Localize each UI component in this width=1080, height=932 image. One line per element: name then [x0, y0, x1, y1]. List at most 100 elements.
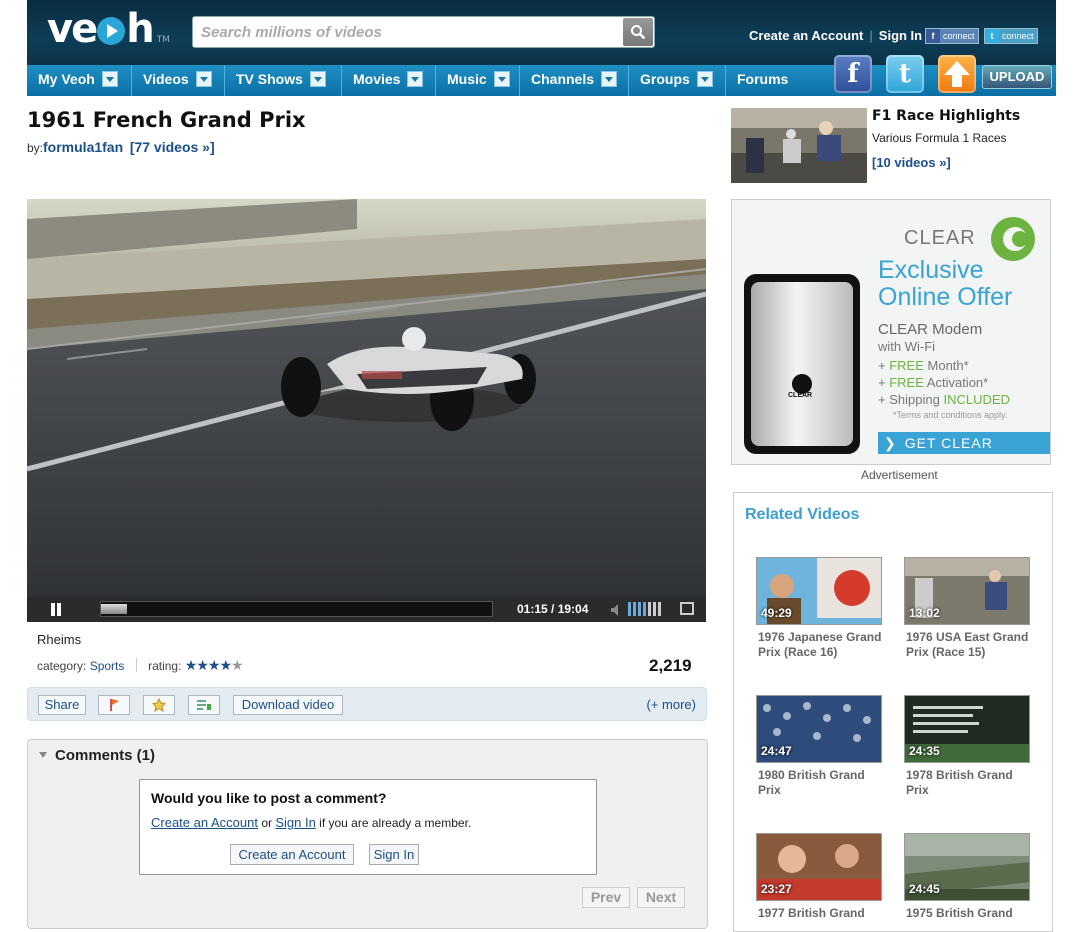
- video-duration: 49:29: [761, 606, 792, 620]
- category-link[interactable]: Sports: [90, 659, 125, 673]
- by-label: by:: [27, 141, 44, 155]
- upload-button[interactable]: UPLOAD: [982, 65, 1052, 89]
- account-links: Create an Account|Sign In|: [749, 28, 932, 43]
- prev-button[interactable]: Prev: [582, 887, 630, 908]
- nav-my-veoh[interactable]: My Veoh: [27, 65, 132, 96]
- sign-in-button[interactable]: Sign In: [369, 844, 419, 865]
- collapse-triangle-icon[interactable]: [39, 752, 47, 758]
- related-video-thumbnail[interactable]: 24:35: [904, 695, 1030, 763]
- upload-arrow-icon[interactable]: [938, 55, 976, 93]
- volume-bar[interactable]: [628, 602, 631, 616]
- arrow-right-icon: ❯: [884, 435, 897, 451]
- pause-icon[interactable]: [49, 603, 63, 616]
- ad-product-2: with Wi-Fi: [878, 339, 936, 354]
- chevron-down-icon[interactable]: [309, 71, 326, 87]
- comments-heading[interactable]: Comments (1): [39, 747, 155, 764]
- sign-in-link[interactable]: Sign In: [275, 815, 315, 830]
- ad-terms: *Terms and conditions apply.: [893, 410, 1008, 420]
- nav-channels[interactable]: Channels: [520, 65, 629, 96]
- nav-tv-shows[interactable]: TV Shows: [225, 65, 342, 96]
- video-player[interactable]: [27, 199, 706, 598]
- clear-logo-icon: [991, 217, 1035, 261]
- play-logo-icon: [97, 17, 126, 45]
- volume-bar[interactable]: [643, 602, 646, 616]
- seek-progress: [101, 604, 127, 614]
- star-icon[interactable]: ★: [208, 657, 221, 673]
- facebook-icon[interactable]: f: [834, 55, 872, 93]
- playlist-thumbnail[interactable]: [731, 108, 867, 183]
- related-video-title[interactable]: 1976 Japanese Grand Prix (Race 16): [758, 630, 886, 660]
- related-video-title[interactable]: 1978 British Grand Prix: [906, 768, 1034, 798]
- author-videos-link[interactable]: [77 videos »]: [130, 139, 215, 155]
- volume-bar[interactable]: [653, 602, 656, 616]
- playlist-title[interactable]: F1 Race Highlights: [872, 108, 1020, 124]
- favorite-button[interactable]: [143, 695, 175, 715]
- rating-stars[interactable]: ★★★★★: [185, 657, 244, 673]
- related-video-thumbnail[interactable]: 24:47: [756, 695, 882, 763]
- related-video-thumbnail[interactable]: 13:02: [904, 557, 1030, 625]
- sign-in-link[interactable]: Sign In: [879, 28, 922, 43]
- create-account-link[interactable]: Create an Account: [749, 28, 863, 43]
- next-button[interactable]: Next: [637, 887, 685, 908]
- byline: by:formula1fan [77 videos »]: [27, 139, 215, 155]
- star-icon[interactable]: ★: [196, 657, 209, 673]
- related-video-thumbnail[interactable]: 23:27: [756, 833, 882, 901]
- star-icon[interactable]: ★: [185, 657, 198, 673]
- seek-bar[interactable]: [100, 601, 493, 617]
- playlist-count-link[interactable]: [10 videos »]: [872, 155, 951, 170]
- chevron-down-icon[interactable]: [101, 71, 118, 87]
- flag-icon: [110, 699, 119, 711]
- ad-perk-3: + Shipping INCLUDED: [878, 392, 1010, 407]
- playlist-subtitle: Various Formula 1 Races: [872, 131, 1007, 145]
- video-frame: [27, 199, 706, 598]
- nav-music[interactable]: Music: [436, 65, 520, 96]
- download-video-button[interactable]: Download video: [233, 695, 343, 715]
- flag-button[interactable]: [98, 695, 130, 715]
- volume-bar[interactable]: [658, 602, 661, 616]
- related-video-thumbnail[interactable]: 24:45: [904, 833, 1030, 901]
- share-button[interactable]: Share: [38, 695, 86, 715]
- create-account-button[interactable]: Create an Account: [230, 844, 354, 865]
- author-link[interactable]: formula1fan: [43, 139, 123, 155]
- video-duration: 23:27: [761, 882, 792, 896]
- twitter-connect-button[interactable]: t connect: [984, 28, 1038, 44]
- post-comment-box: Would you like to post a comment? Create…: [139, 779, 597, 875]
- search-input[interactable]: [193, 17, 629, 47]
- facebook-connect-button[interactable]: f connect: [925, 28, 979, 44]
- view-count: 2,219: [649, 656, 692, 675]
- nav-forums[interactable]: Forums: [726, 65, 816, 96]
- action-bar: Share Download video (+ more): [27, 687, 707, 721]
- chevron-down-icon[interactable]: [601, 71, 618, 87]
- related-video-title[interactable]: 1976 USA East Grand Prix (Race 15): [906, 630, 1034, 660]
- veoh-logo[interactable]: ve h TM: [47, 6, 170, 52]
- fullscreen-icon[interactable]: [680, 602, 694, 615]
- star-icon[interactable]: ★: [219, 657, 232, 673]
- chevron-down-icon[interactable]: [195, 71, 212, 87]
- nav-videos[interactable]: Videos: [132, 65, 225, 96]
- search-button[interactable]: [623, 18, 653, 46]
- volume-icon[interactable]: [611, 604, 623, 616]
- nav-groups[interactable]: Groups: [629, 65, 726, 96]
- video-title: 1961 French Grand Prix: [27, 108, 306, 132]
- star-icon[interactable]: ★: [231, 657, 244, 673]
- related-video-title[interactable]: 1980 British Grand Prix: [758, 768, 886, 798]
- get-clear-button[interactable]: ❯ GET CLEAR: [878, 432, 1050, 454]
- video-duration: 24:45: [909, 882, 940, 896]
- star-add-icon: [151, 697, 167, 713]
- chevron-down-icon[interactable]: [407, 71, 424, 87]
- advertisement-banner[interactable]: CLEAR Exclusive Online Offer CLEAR Modem…: [731, 199, 1051, 465]
- comments-panel: Comments (1) Would you like to post a co…: [27, 739, 708, 929]
- volume-bar[interactable]: [648, 602, 651, 616]
- chevron-down-icon[interactable]: [493, 71, 510, 87]
- twitter-icon[interactable]: t: [886, 55, 924, 93]
- related-video-thumbnail[interactable]: 49:29: [756, 557, 882, 625]
- add-to-playlist-button[interactable]: [188, 695, 220, 715]
- ad-headline-2: Online Offer: [878, 283, 1013, 311]
- volume-bar[interactable]: [633, 602, 636, 616]
- volume-bar[interactable]: [638, 602, 641, 616]
- nav-movies[interactable]: Movies: [342, 65, 436, 96]
- more-actions-link[interactable]: (+ more): [647, 697, 696, 712]
- video-meta: category: Sports rating: ★★★★★: [37, 657, 244, 673]
- create-account-link[interactable]: Create an Account: [151, 815, 258, 830]
- chevron-down-icon[interactable]: [696, 71, 713, 87]
